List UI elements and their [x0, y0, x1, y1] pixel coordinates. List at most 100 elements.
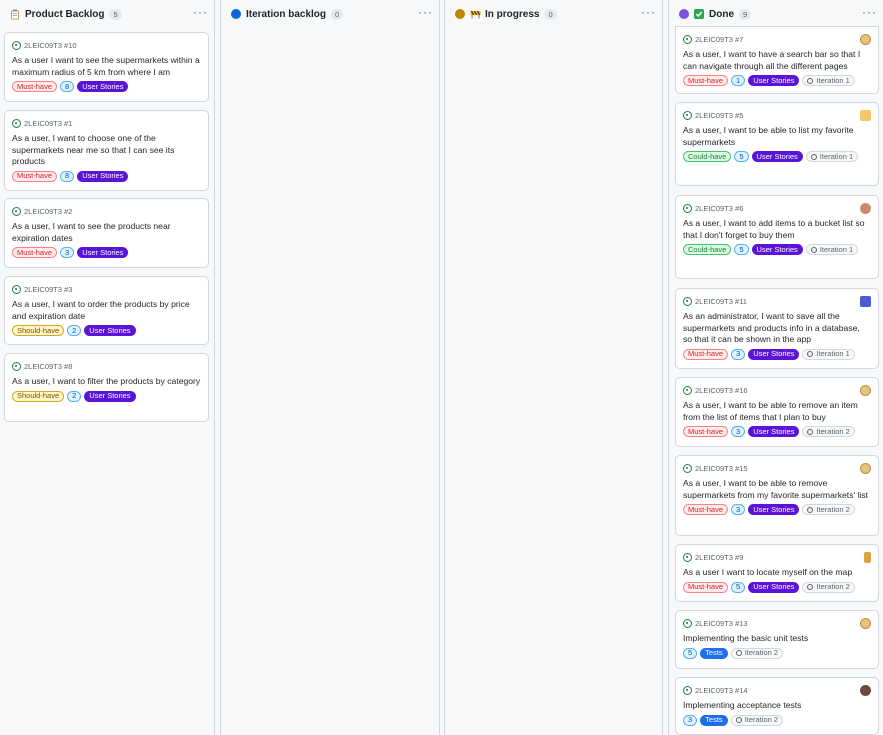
assignee-avatar[interactable] — [860, 295, 871, 307]
points-label: 3 — [731, 426, 746, 437]
type-label: User Stories — [751, 151, 803, 162]
assignee-avatar[interactable] — [860, 109, 871, 121]
issue-card[interactable]: 2LEIC09T3 #16 As a user, I want to be ab… — [675, 377, 879, 447]
issue-ref[interactable]: 2LEIC09T3 #7 — [695, 35, 743, 44]
column-header[interactable]: In progress 0 ··· — [445, 0, 662, 28]
issue-title[interactable]: As a user, I want to add items to a buck… — [683, 218, 871, 241]
issue-ref[interactable]: 2LEIC09T3 #8 — [24, 362, 72, 371]
issue-card[interactable]: 2LEIC09T3 #10 As a user I want to see th… — [4, 32, 209, 102]
column-title: Iteration backlog — [246, 8, 327, 20]
purple-circle-icon — [679, 9, 689, 19]
issue-ref[interactable]: 2LEIC09T3 #9 — [695, 553, 743, 562]
issue-title[interactable]: As a user, I want to choose one of the s… — [12, 133, 201, 168]
iteration-label: Iteration 2 — [802, 504, 855, 515]
priority-label: Must-have — [683, 426, 729, 437]
issue-card[interactable]: 2LEIC09T3 #6 As a user, I want to add it… — [675, 195, 879, 279]
column-iteration-backlog: Iteration backlog 0 ··· — [220, 0, 440, 735]
more-options-icon[interactable]: ··· — [193, 6, 208, 20]
iteration-text: Iteration 1 — [816, 349, 850, 358]
iteration-text: Iteration 1 — [816, 75, 850, 85]
issue-card[interactable]: 2LEIC09T3 #7 As a user, I want to have a… — [675, 26, 879, 94]
open-issue-icon — [12, 284, 21, 294]
issue-ref[interactable]: 2LEIC09T3 #10 — [24, 41, 77, 50]
issue-card[interactable]: 2LEIC09T3 #14 Implementing acceptance te… — [675, 677, 879, 735]
open-issue-icon — [683, 203, 692, 213]
type-label: User Stories — [748, 581, 800, 593]
issue-ref[interactable]: 2LEIC09T3 #2 — [24, 207, 72, 216]
assignee-avatar[interactable] — [860, 462, 871, 474]
issue-card[interactable]: 2LEIC09T3 #3 As a user, I want to order … — [4, 276, 209, 345]
issue-card[interactable]: 2LEIC09T3 #2 As a user, I want to see th… — [4, 198, 209, 268]
issue-title[interactable]: As a user, I want to see the products ne… — [12, 221, 201, 244]
type-label: User Stories — [77, 170, 129, 182]
assignee-avatar[interactable] — [860, 617, 871, 629]
issue-title[interactable]: As a user I want to locate myself on the… — [683, 567, 871, 579]
priority-label: Should-have — [12, 390, 65, 402]
open-issue-icon — [683, 685, 692, 695]
issue-title[interactable]: As a user, I want to order the products … — [12, 299, 201, 322]
issue-card[interactable]: 2LEIC09T3 #13 Implementing the basic uni… — [675, 610, 879, 669]
issue-card[interactable]: 2LEIC09T3 #11 As an administrator, I wan… — [675, 288, 879, 369]
iteration-icon — [810, 246, 817, 253]
points-label: 5 — [683, 647, 698, 659]
iteration-label: Iteration 1 — [805, 244, 859, 255]
priority-label: Could-have — [683, 244, 732, 255]
iteration-text: Iteration 2 — [816, 582, 850, 591]
points-label: 3 — [683, 714, 698, 726]
open-issue-icon — [12, 40, 21, 50]
issue-title[interactable]: As a user, I want to have a search bar s… — [683, 49, 871, 72]
issue-ref[interactable]: 2LEIC09T3 #5 — [695, 111, 743, 120]
issue-card[interactable]: 2LEIC09T3 #5 As a user, I want to be abl… — [675, 102, 879, 186]
priority-label: Must-have — [683, 75, 729, 86]
issue-ref[interactable]: 2LEIC09T3 #11 — [695, 297, 747, 306]
issue-title[interactable]: As a user I want to see the supermarkets… — [12, 55, 201, 78]
column-count: 5 — [109, 8, 122, 20]
issue-card[interactable]: 2LEIC09T3 #9 As a user I want to locate … — [675, 544, 879, 602]
issue-title[interactable]: Implementing the basic unit tests — [683, 633, 871, 645]
assignee-avatar[interactable] — [860, 202, 871, 214]
issue-title[interactable]: As a user, I want to filter the products… — [12, 376, 201, 388]
issue-ref[interactable]: 2LEIC09T3 #1 — [24, 119, 72, 128]
column-title: In progress — [485, 8, 540, 20]
assignee-avatar[interactable] — [860, 684, 871, 696]
issue-ref[interactable]: 2LEIC09T3 #14 — [695, 686, 748, 695]
iteration-label: Iteration 2 — [730, 714, 784, 726]
points-label: 5 — [731, 581, 746, 593]
iteration-icon — [807, 584, 814, 590]
column-count: 0 — [544, 8, 557, 20]
more-options-icon[interactable]: ··· — [418, 6, 433, 20]
iteration-icon — [807, 506, 814, 513]
iteration-text: Iteration 2 — [816, 504, 850, 514]
iteration-text: Iteration 2 — [744, 648, 779, 657]
iteration-label: Iteration 2 — [730, 647, 784, 659]
issue-title[interactable]: As an administrator, I want to save all … — [683, 311, 871, 346]
open-issue-icon — [683, 552, 692, 562]
issue-card[interactable]: 2LEIC09T3 #1 As a user, I want to choose… — [4, 110, 209, 191]
column-header[interactable]: Product Backlog 5 ··· — [0, 0, 214, 28]
assignee-avatar[interactable] — [864, 551, 871, 563]
iteration-text: Iteration 1 — [819, 244, 854, 254]
issue-title[interactable]: As a user, I want to be able to remove a… — [683, 400, 871, 423]
assignee-avatar[interactable] — [860, 384, 871, 396]
points-label: 5 — [734, 244, 749, 255]
more-options-icon[interactable]: ··· — [862, 6, 877, 20]
issue-title[interactable]: As a user, I want to be able to remove s… — [683, 478, 871, 501]
more-options-icon[interactable]: ··· — [641, 6, 656, 20]
column-header[interactable]: Iteration backlog 0 ··· — [221, 0, 439, 28]
issue-ref[interactable]: 2LEIC09T3 #6 — [695, 204, 743, 213]
issue-title[interactable]: As a user, I want to be able to list my … — [683, 125, 871, 148]
blue-circle-icon — [231, 9, 241, 19]
type-label: User Stories — [77, 247, 129, 258]
iteration-label: Iteration 1 — [802, 75, 855, 86]
issue-card[interactable]: 2LEIC09T3 #8 As a user, I want to filter… — [4, 353, 209, 422]
points-label: 3 — [731, 348, 746, 360]
issue-ref[interactable]: 2LEIC09T3 #16 — [695, 386, 748, 395]
issue-ref[interactable]: 2LEIC09T3 #15 — [695, 464, 748, 473]
issue-title[interactable]: Implementing acceptance tests — [683, 700, 871, 712]
assignee-avatar[interactable] — [860, 33, 871, 45]
issue-ref[interactable]: 2LEIC09T3 #3 — [24, 285, 72, 294]
open-issue-icon — [683, 463, 692, 473]
column-header[interactable]: Done 9 ··· — [669, 0, 883, 28]
issue-card[interactable]: 2LEIC09T3 #15 As a user, I want to be ab… — [675, 455, 879, 536]
issue-ref[interactable]: 2LEIC09T3 #13 — [695, 619, 748, 628]
